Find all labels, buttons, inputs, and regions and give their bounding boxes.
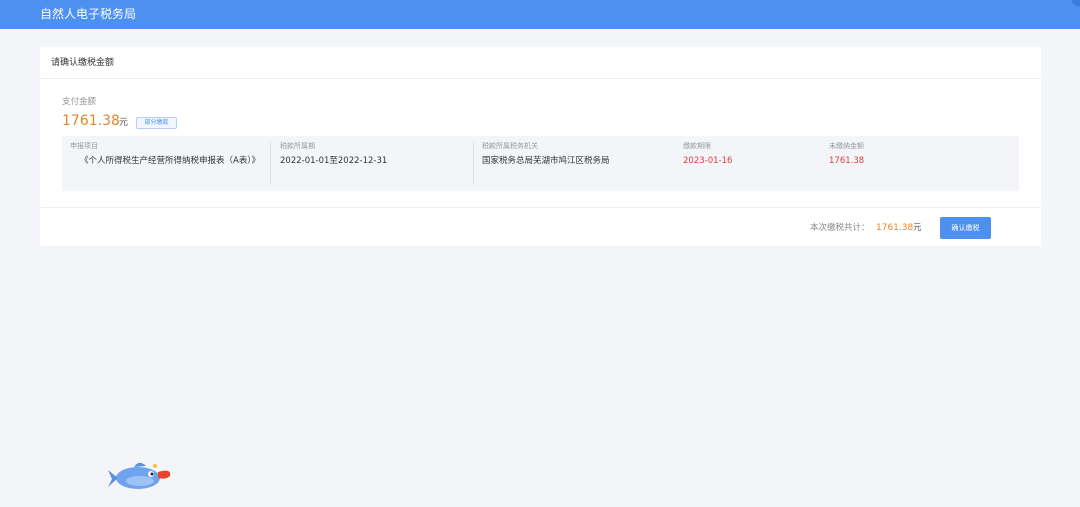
detail-col-deadline: 缴款期限 2023-01-16 [673, 136, 819, 191]
detail-value-unpaid: 1761.38 [829, 156, 865, 166]
detail-value-authority: 国家税务总局芜湖市鸠江区税务局 [482, 156, 610, 166]
detail-value-deadline: 2023-01-16 [683, 156, 733, 166]
fish-pupil [150, 472, 154, 476]
detail-label-deadline: 缴款期限 [683, 142, 711, 150]
tax-detail-row: 申报项目 《个人所得税生产经营所得纳税申报表（A表）》 税款所属期 2022-0… [62, 136, 1019, 191]
detail-col-period: 税款所属期 2022-01-01至2022-12-31 [270, 136, 473, 191]
detail-col-item: 申报项目 《个人所得税生产经营所得纳税申报表（A表）》 [62, 136, 270, 191]
total-label: 本次缴税共计： [810, 223, 870, 233]
detail-value-period: 2022-01-01至2022-12-31 [280, 156, 388, 166]
detail-label-item: 申报项目 [70, 142, 98, 150]
pay-amount: 1761.38 [62, 113, 120, 129]
confirm-payment-button[interactable]: 确认缴税 [940, 217, 991, 239]
site-title[interactable]: 自然人电子税务局 [40, 6, 136, 23]
fish-mascot-graphic [108, 462, 171, 489]
detail-label-period: 税款所属期 [280, 142, 315, 150]
card-title: 请确认缴税金额 [51, 58, 115, 68]
fish-crest [153, 464, 157, 468]
fish-tail [108, 470, 118, 487]
footer-divider [40, 207, 1041, 208]
detail-col-authority: 税款所属税务机关 国家税务总局芜湖市鸠江区税务局 [473, 136, 673, 191]
fish-fin [134, 462, 146, 467]
total-unit: 元 [913, 223, 922, 233]
fish-mascot-icon[interactable] [106, 456, 176, 496]
total-amount: 1761.38 [876, 223, 914, 233]
corner-tab [1072, 0, 1080, 6]
payment-confirmation-card: 请确认缴税金额 支付金额 1761.38 元 部分缴款 申报项目 《个人所得税生… [40, 47, 1041, 246]
fish-belly [126, 476, 154, 486]
fish-mouth [158, 470, 171, 479]
detail-col-unpaid: 未缴纳金额 1761.38 [819, 136, 939, 191]
card-header: 请确认缴税金额 [40, 47, 1041, 79]
partial-payment-button[interactable]: 部分缴款 [136, 117, 177, 129]
detail-label-unpaid: 未缴纳金额 [829, 142, 864, 150]
detail-value-item: 《个人所得税生产经营所得纳税申报表（A表）》 [80, 156, 261, 166]
detail-label-authority: 税款所属税务机关 [482, 142, 538, 150]
pay-amount-unit: 元 [119, 118, 129, 128]
top-navigation-bar: 自然人电子税务局 [0, 0, 1080, 29]
pay-amount-label: 支付金额 [62, 97, 97, 107]
